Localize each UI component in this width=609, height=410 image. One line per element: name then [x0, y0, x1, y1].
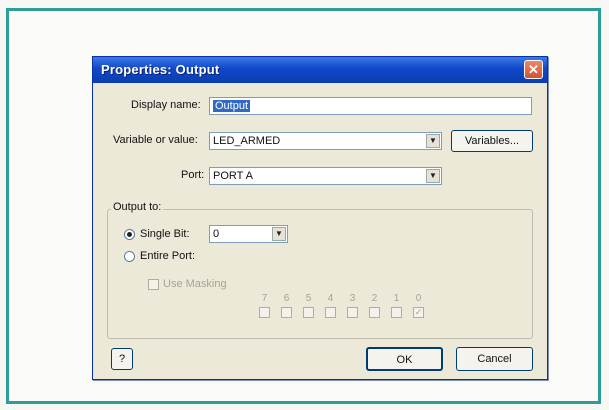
single-bit-radio[interactable]	[124, 229, 135, 240]
variable-combobox[interactable]: LED_ARMED ▼	[209, 132, 442, 150]
screenshot-frame: Properties: Output ✕ Display name: Outpu…	[6, 8, 601, 404]
bit-1-checkbox[interactable]	[391, 307, 402, 318]
port-value: PORT A	[213, 170, 253, 182]
close-button[interactable]: ✕	[524, 60, 543, 79]
bit-4-checkbox[interactable]	[325, 307, 336, 318]
chevron-down-icon[interactable]: ▼	[272, 227, 286, 241]
bit-1-label: 1	[393, 293, 400, 304]
title-bar[interactable]: Properties: Output ✕	[93, 57, 547, 83]
bit-2-label: 2	[371, 293, 378, 304]
chevron-down-icon[interactable]: ▼	[426, 169, 440, 183]
output-to-label: Output to:	[111, 201, 164, 213]
variables-button[interactable]: Variables...	[451, 130, 533, 152]
entire-port-radio[interactable]	[124, 251, 135, 262]
dialog-title: Properties: Output	[101, 62, 220, 77]
variables-button-label: Variables...	[464, 135, 520, 147]
bit-7-label: 7	[261, 293, 268, 304]
bit-0-label: 0	[415, 293, 422, 304]
bit-7-checkbox[interactable]	[259, 307, 270, 318]
close-icon: ✕	[528, 62, 539, 77]
single-bit-value: 0	[213, 228, 220, 240]
bit-2-checkbox[interactable]	[369, 307, 380, 318]
variable-value: LED_ARMED	[213, 135, 281, 147]
bit-5-label: 5	[305, 293, 312, 304]
variable-label: Variable or value:	[113, 134, 198, 146]
cancel-button[interactable]: Cancel	[456, 347, 533, 371]
bit-0-checkbox[interactable]: ✓	[413, 307, 424, 318]
entire-port-label: Entire Port:	[140, 250, 196, 262]
properties-dialog: Properties: Output ✕ Display name: Outpu…	[92, 56, 548, 380]
ok-button-label: OK	[396, 354, 413, 366]
use-masking-checkbox[interactable]	[148, 279, 159, 290]
radio-selected-dot	[127, 232, 132, 237]
bit-3-label: 3	[349, 293, 356, 304]
port-label: Port:	[181, 169, 205, 181]
port-combobox[interactable]: PORT A ▼	[209, 167, 442, 185]
display-name-value: Output	[213, 100, 251, 112]
display-name-field[interactable]: Output	[209, 97, 532, 115]
bit-6-checkbox[interactable]	[281, 307, 292, 318]
use-masking-label: Use Masking	[163, 278, 227, 290]
help-button[interactable]: ?	[111, 348, 133, 370]
cancel-button-label: Cancel	[477, 353, 512, 365]
bit-5-checkbox[interactable]	[303, 307, 314, 318]
chevron-down-icon[interactable]: ▼	[426, 134, 440, 148]
ok-button[interactable]: OK	[366, 347, 443, 371]
bit-3-checkbox[interactable]	[347, 307, 358, 318]
display-name-label: Display name:	[131, 99, 201, 111]
bit-4-label: 4	[327, 293, 334, 304]
help-icon: ?	[118, 353, 126, 365]
single-bit-combobox[interactable]: 0 ▼	[209, 225, 288, 243]
bit-6-label: 6	[283, 293, 290, 304]
single-bit-label: Single Bit:	[140, 228, 190, 240]
